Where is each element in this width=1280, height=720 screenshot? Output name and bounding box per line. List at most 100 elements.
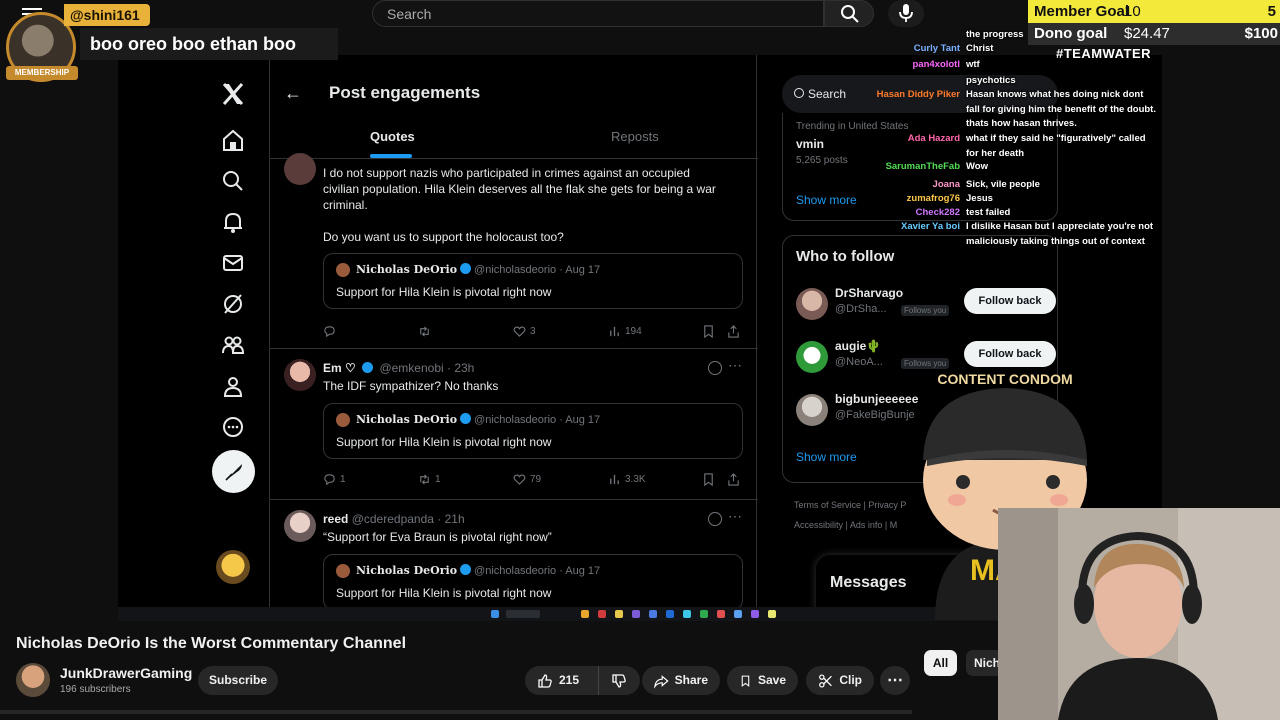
show-more-suggestions-link[interactable]: Show more — [796, 450, 857, 464]
post-avatar[interactable] — [284, 359, 316, 391]
heart-icon — [513, 326, 526, 337]
search-button[interactable] — [824, 0, 874, 27]
channel-name[interactable]: JunkDrawerGaming — [60, 665, 192, 681]
app-icon[interactable] — [581, 610, 589, 618]
trend-name[interactable]: vmin — [796, 137, 824, 151]
quoted-author: Nicholas DeOrio @nicholasdeorio · Aug 17 — [356, 564, 600, 577]
quoted-author-name: Nicholas DeOrio — [356, 413, 458, 426]
search-input[interactable]: Search — [372, 0, 824, 27]
app-icon[interactable] — [649, 610, 657, 618]
suggestion-name[interactable]: augie🌵 — [835, 339, 881, 353]
quoted-post-card[interactable]: Nicholas DeOrio @nicholasdeorio · Aug 17 … — [323, 253, 743, 309]
post-text: I do not support nazis who participated … — [323, 165, 743, 245]
quoted-post-card[interactable]: Nicholas DeOrio @nicholasdeorio · Aug 17 … — [323, 554, 743, 610]
more-actions-button[interactable]: ⋯ — [880, 666, 910, 695]
quoted-text: Support for Hila Klein is pivotal right … — [336, 586, 552, 600]
channel-avatar[interactable] — [16, 663, 50, 697]
app-icon[interactable] — [598, 610, 606, 618]
heart-icon — [513, 474, 526, 485]
follows-you-badge: Follows you — [901, 305, 950, 316]
tab-quotes[interactable]: Quotes — [370, 129, 415, 144]
follow-suggestion[interactable]: DrSharvago @DrSha... Follows you Follow … — [783, 284, 1059, 328]
follow-back-button[interactable]: Follow back — [964, 341, 1056, 367]
filter-chip-all[interactable]: All — [924, 650, 957, 676]
app-icon[interactable] — [666, 610, 674, 618]
subscribe-button[interactable]: Subscribe — [198, 666, 278, 695]
taskbar-search[interactable] — [506, 610, 540, 618]
app-icon[interactable] — [751, 610, 759, 618]
membership-badge: MEMBERSHIP — [6, 66, 78, 80]
x-logo-icon[interactable] — [219, 80, 247, 108]
home-icon[interactable] — [219, 126, 247, 154]
active-tab-indicator — [370, 154, 412, 158]
footer-links-line[interactable]: Terms of Service | Privacy P — [794, 495, 906, 515]
repost-button[interactable] — [418, 325, 435, 338]
follow-back-button[interactable]: Follow back — [964, 288, 1056, 314]
video-progress-bar[interactable] — [0, 710, 912, 714]
app-icon[interactable] — [632, 610, 640, 618]
back-arrow-icon[interactable]: ← — [284, 83, 302, 104]
quoted-post-card[interactable]: Nicholas DeOrio @nicholasdeorio · Aug 17 … — [323, 403, 743, 459]
quote-post[interactable]: reed @cderedpanda · 21h ⋯ “Support for E… — [270, 500, 758, 621]
post-avatar[interactable] — [284, 510, 316, 542]
notifications-bell-icon[interactable] — [219, 208, 247, 236]
save-video-button[interactable]: Save — [727, 666, 798, 695]
tab-reposts[interactable]: Reposts — [611, 129, 659, 144]
footer-links-line[interactable]: Accessibility | Ads info | M — [794, 515, 906, 535]
explore-search-icon[interactable] — [219, 167, 247, 195]
post-author-name: reed — [323, 512, 349, 526]
like-button[interactable]: 3 — [513, 325, 536, 338]
views-button[interactable]: 194 — [608, 325, 642, 338]
grok-explain-icon[interactable] — [708, 361, 722, 375]
like-button[interactable]: 79 — [513, 473, 541, 486]
app-icon[interactable] — [700, 610, 708, 618]
grok-explain-icon[interactable] — [708, 512, 722, 526]
quoted-author-name: Nicholas DeOrio — [356, 564, 458, 577]
thumbs-down-icon — [612, 673, 626, 688]
profile-icon[interactable] — [219, 372, 247, 400]
more-dots-icon[interactable]: ⋯ — [728, 357, 742, 374]
like-count: 215 — [559, 673, 580, 687]
bookmark-button[interactable] — [702, 325, 715, 338]
suggestion-avatar[interactable] — [796, 394, 828, 426]
views-button[interactable]: 3.3K — [608, 473, 646, 486]
suggestion-name[interactable]: DrSharvago — [835, 286, 903, 300]
folder-icon[interactable] — [615, 610, 623, 618]
post-text-line: The IDF sympathizer? No thanks — [323, 379, 499, 393]
suggestion-avatar[interactable] — [796, 341, 828, 373]
grok-icon[interactable] — [219, 290, 247, 318]
share-post-button[interactable] — [727, 325, 740, 338]
filter-chip[interactable]: Nich — [966, 650, 998, 676]
quote-post[interactable]: Em ♡ @emkenobi · 23h ⋯ The IDF sympathiz… — [270, 349, 758, 500]
share-post-button[interactable] — [727, 473, 740, 486]
subscriber-count: 196 subscribers — [60, 684, 131, 695]
post-avatar[interactable] — [284, 153, 316, 185]
dislike-video-button[interactable] — [598, 666, 640, 695]
bookmark-button[interactable] — [702, 473, 715, 486]
reply-button[interactable]: 1 — [323, 473, 346, 486]
app-icon[interactable] — [717, 610, 725, 618]
communities-icon[interactable] — [219, 331, 247, 359]
goal-label: Member Goal — [1034, 3, 1130, 20]
reply-button[interactable] — [323, 325, 340, 338]
clip-button[interactable]: Clip — [806, 666, 874, 695]
start-icon[interactable] — [491, 610, 499, 618]
view-count: 194 — [625, 326, 642, 337]
follows-you-badge: Follows you — [901, 358, 950, 369]
quote-post[interactable]: I do not support nazis who participated … — [270, 153, 758, 349]
more-dots-icon[interactable]: ⋯ — [728, 508, 742, 525]
compose-post-button[interactable] — [212, 450, 255, 493]
account-avatar[interactable] — [216, 550, 250, 584]
app-icon[interactable] — [768, 610, 776, 618]
share-video-button[interactable]: Share — [642, 666, 720, 695]
stream-chat-message: I dislike Hasan but I appreciate you're … — [966, 221, 1154, 247]
voice-search-button[interactable] — [888, 0, 924, 27]
repost-button[interactable]: 1 — [418, 473, 441, 486]
app-icon[interactable] — [734, 610, 742, 618]
suggestion-avatar[interactable] — [796, 288, 828, 320]
more-options-icon[interactable] — [219, 413, 247, 441]
messages-mail-icon[interactable] — [219, 249, 247, 277]
repost-icon — [420, 474, 429, 485]
suggestion-handle: @NeoA... — [835, 356, 883, 368]
app-icon[interactable] — [683, 610, 691, 618]
